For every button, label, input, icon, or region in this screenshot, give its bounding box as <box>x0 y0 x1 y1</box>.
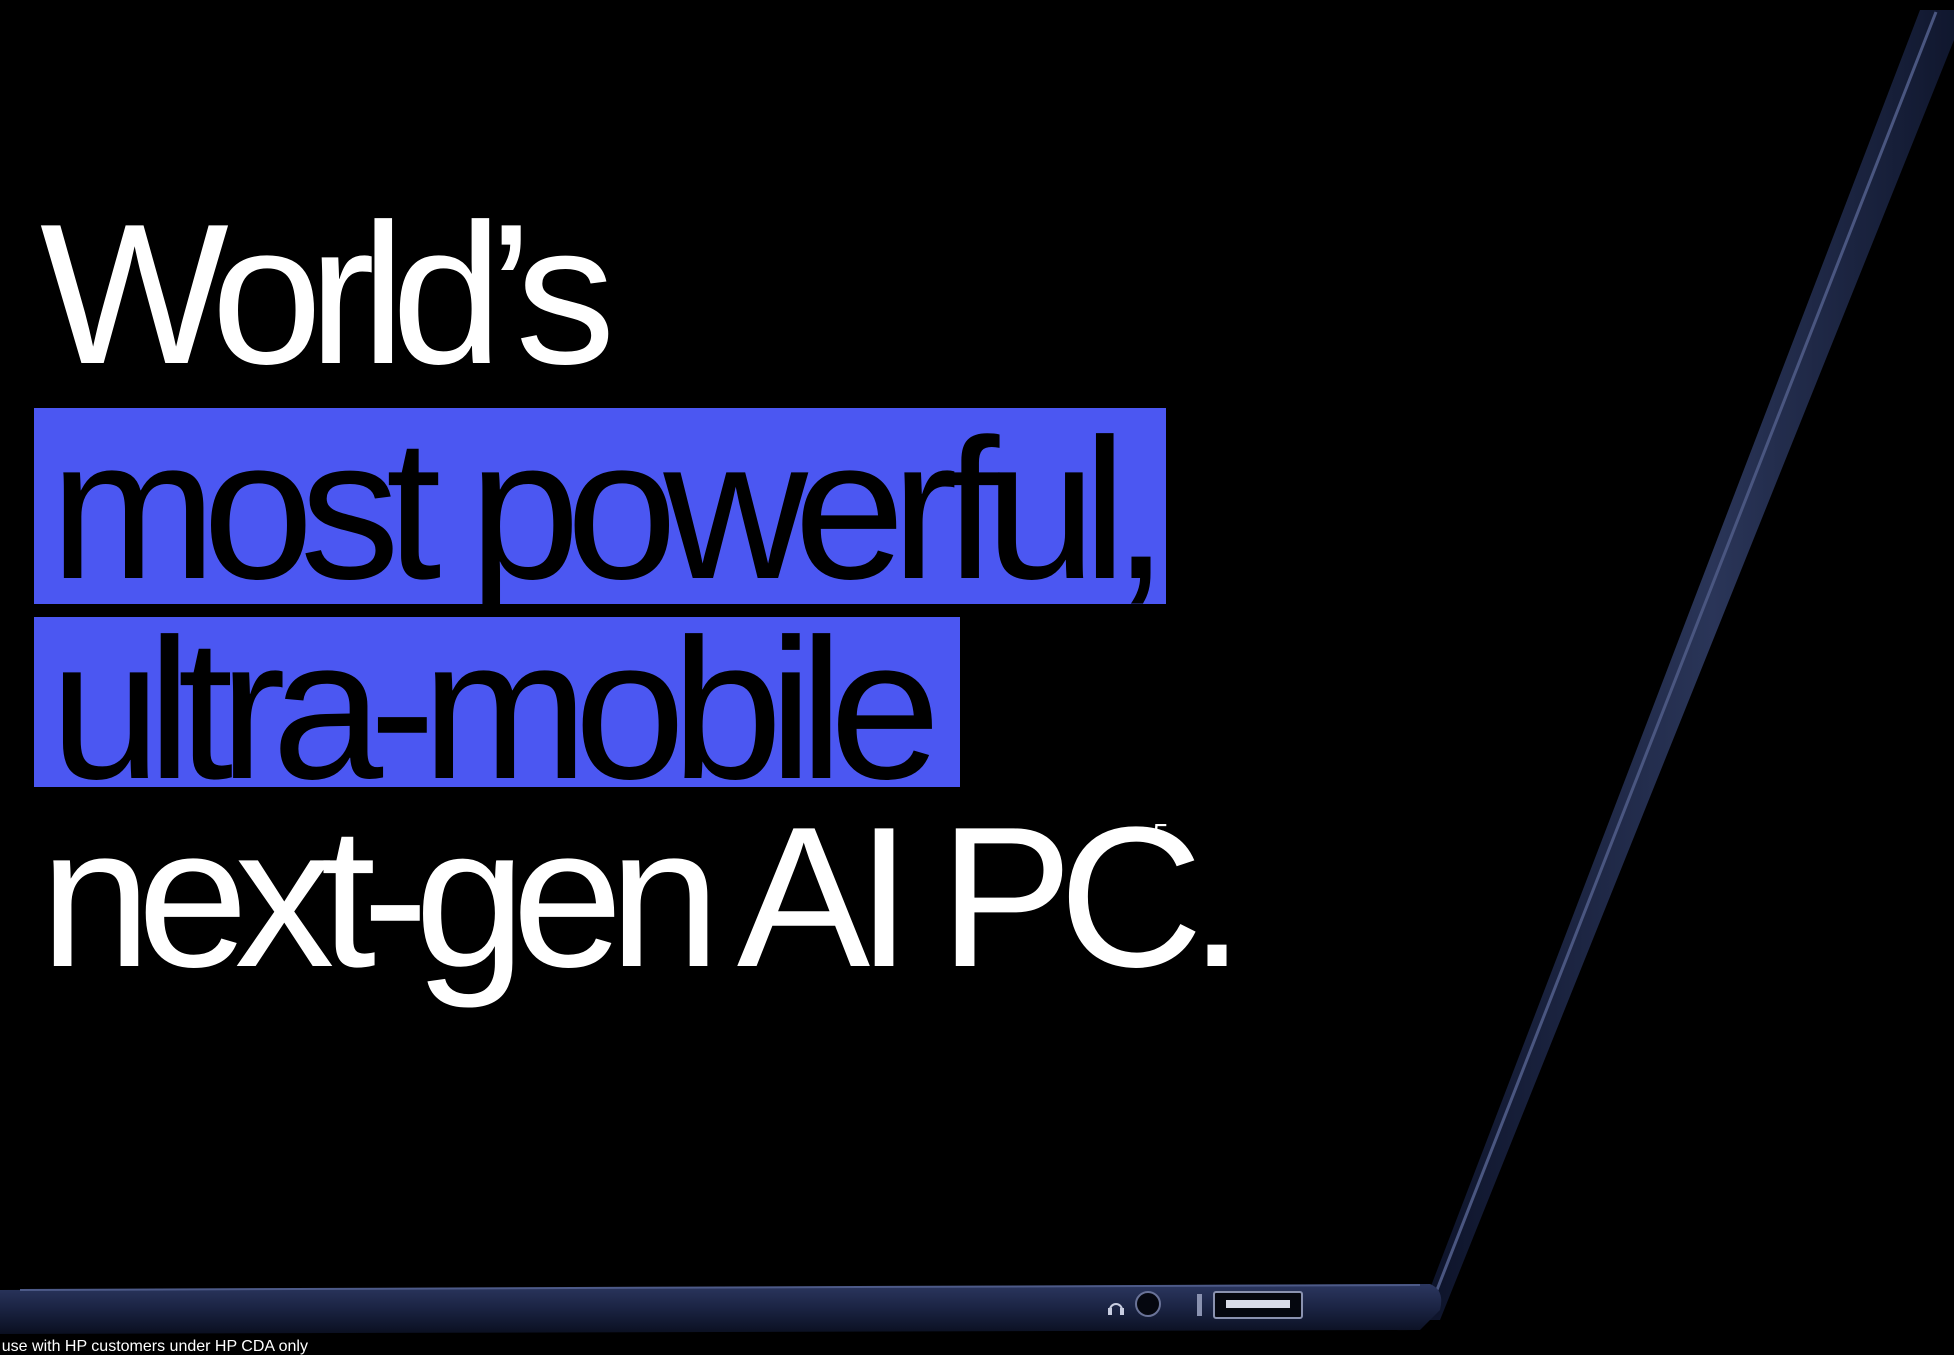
usb-a-port-icon <box>1197 1294 1202 1316</box>
headphone-port <box>1135 1291 1161 1317</box>
hero-slide: World’s most powerful, ultra-mobile next… <box>0 0 1954 1355</box>
disclaimer-text: r use with HP customers under HP CDA onl… <box>0 1338 308 1355</box>
laptop-lid <box>1418 10 1954 1320</box>
laptop-side-view <box>0 10 1954 1334</box>
laptop-lid-edge-highlight <box>1424 11 1938 1319</box>
usb-a-port <box>1213 1291 1303 1319</box>
